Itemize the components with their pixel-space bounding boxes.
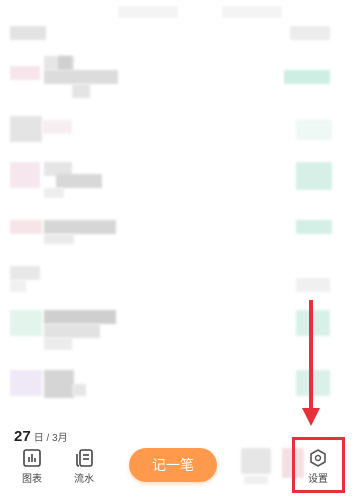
tab-blurred[interactable] bbox=[236, 448, 276, 484]
record-button[interactable]: 记一笔 bbox=[129, 448, 217, 482]
tab-records[interactable]: 流水 bbox=[64, 448, 104, 485]
list-item[interactable] bbox=[0, 112, 355, 162]
list-item[interactable] bbox=[0, 52, 355, 102]
list-item[interactable] bbox=[0, 214, 355, 264]
tab-records-label: 流水 bbox=[74, 474, 94, 485]
tab-chart[interactable]: 图表 bbox=[12, 448, 52, 485]
annotation-arrow-shaft bbox=[309, 300, 313, 412]
list-item[interactable] bbox=[0, 306, 355, 356]
chart-icon bbox=[23, 449, 41, 467]
list-icon bbox=[76, 449, 93, 467]
tab-chart-label: 图表 bbox=[22, 474, 42, 485]
list-item[interactable] bbox=[0, 262, 355, 312]
annotation-highlight-box bbox=[292, 437, 345, 493]
list-item[interactable] bbox=[0, 158, 355, 208]
annotation-arrow-head bbox=[302, 408, 320, 426]
